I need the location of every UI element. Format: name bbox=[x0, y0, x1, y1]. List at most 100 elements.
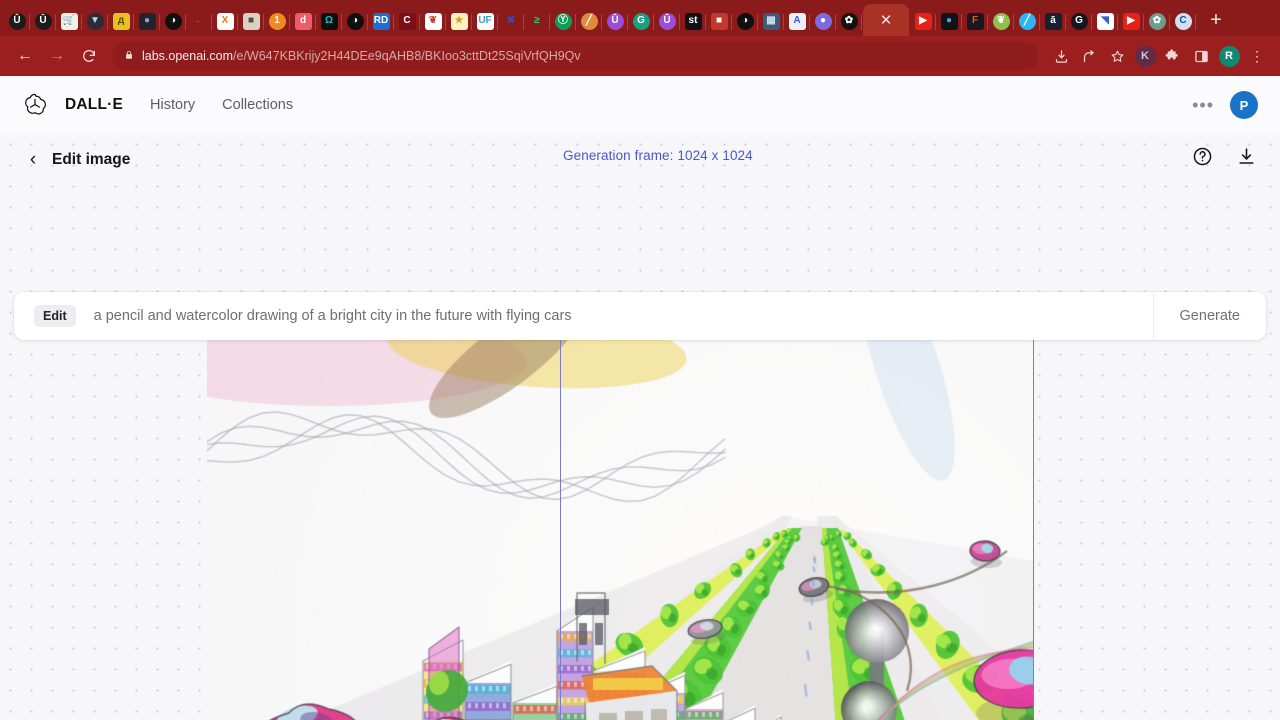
tab-yellow-doc-tab[interactable]: д bbox=[108, 6, 134, 36]
tab-purple-blob-tab[interactable]: ● bbox=[810, 6, 836, 36]
openai-tab-favicon: ✿ bbox=[841, 13, 858, 30]
tab-openai-tab[interactable]: ✿ bbox=[836, 6, 862, 36]
uf-tab-favicon: UF bbox=[477, 13, 494, 30]
extensions-puzzle-icon[interactable] bbox=[1160, 43, 1186, 69]
profile-initial: R bbox=[1219, 46, 1240, 67]
back-button[interactable]: ← bbox=[10, 41, 40, 71]
tab-green-circle-tab[interactable]: Ⓨ bbox=[550, 6, 576, 36]
ublock-purple-tab-2-favicon: Û bbox=[659, 13, 676, 30]
minimize-icon[interactable]: — bbox=[1274, 4, 1280, 36]
figma-tab-favicon: F bbox=[967, 13, 984, 30]
tab-youtube-tab[interactable]: ▶ bbox=[910, 6, 936, 36]
tab-ublock-origin[interactable]: Û bbox=[4, 6, 30, 36]
map-tab-favicon: ▦ bbox=[763, 13, 780, 30]
tab-c-tab[interactable]: C bbox=[1170, 6, 1196, 36]
active-tab[interactable]: ✕ bbox=[863, 4, 909, 36]
tab-water-drop-tab[interactable]: ● bbox=[936, 6, 962, 36]
tab-cv-tab[interactable]: C bbox=[394, 6, 420, 36]
tab-one-tab[interactable]: 1 bbox=[264, 6, 290, 36]
tab-excel-tab[interactable]: X bbox=[212, 6, 238, 36]
user-avatar[interactable]: P bbox=[1230, 91, 1258, 119]
tab-globe-tab[interactable]: ◑ bbox=[160, 6, 186, 36]
address-bar[interactable]: labs.openai.com/e/W647KBKrijy2H44DEe9qAH… bbox=[112, 42, 1038, 70]
tab-rd-tab[interactable]: RD bbox=[368, 6, 394, 36]
tab-blue-slash-tab[interactable]: ╱ bbox=[1014, 6, 1040, 36]
tab-sigma-tab[interactable]: ≥ bbox=[524, 6, 550, 36]
tab-ublock-origin-2[interactable]: Û bbox=[30, 6, 56, 36]
artwork-canvas bbox=[207, 331, 1034, 720]
tab-stripe-tab[interactable]: st bbox=[680, 6, 706, 36]
tab-badge-tab[interactable]: ★ bbox=[446, 6, 472, 36]
tab-ribbon-tab[interactable]: Ω bbox=[316, 6, 342, 36]
lock-icon bbox=[124, 49, 134, 64]
tab-dribbble-tab[interactable]: d bbox=[290, 6, 316, 36]
browser-menu-icon[interactable]: ⋮ bbox=[1244, 43, 1270, 69]
tab-globe-tab-3[interactable]: ◑ bbox=[732, 6, 758, 36]
tab-openai-tab-2[interactable]: ✿ bbox=[1144, 6, 1170, 36]
new-tab-button[interactable]: + bbox=[1202, 6, 1230, 34]
forward-button[interactable]: → bbox=[42, 41, 72, 71]
prompt-input[interactable]: a pencil and watercolor drawing of a bri… bbox=[94, 308, 1153, 324]
excel-tab-favicon: X bbox=[217, 13, 234, 30]
generation-frame-label: Generation frame: 1024 x 1024 bbox=[563, 148, 753, 163]
dark-face-tab-favicon: ● bbox=[139, 13, 156, 30]
tab-red-leaf-tab[interactable]: ❦ bbox=[420, 6, 446, 36]
tab-rs-tab[interactable]: ■ bbox=[706, 6, 732, 36]
green-leaf-tab-favicon: ❦ bbox=[993, 13, 1010, 30]
tab-grammarly-tab[interactable]: G bbox=[628, 6, 654, 36]
tab-atlas-tab[interactable]: A bbox=[784, 6, 810, 36]
editor-header: ‹ Edit image Generation frame: 1024 x 10… bbox=[0, 134, 1280, 186]
edit-mode-chip[interactable]: Edit bbox=[34, 305, 76, 327]
tab-x-blue-tab[interactable]: ✖ bbox=[498, 6, 524, 36]
tab-orange-slash-tab[interactable]: ╱ bbox=[576, 6, 602, 36]
tab-figma-tab[interactable]: F bbox=[962, 6, 988, 36]
help-circle-icon[interactable] bbox=[1192, 146, 1214, 168]
ublock-purple-tab-favicon: Û bbox=[607, 13, 624, 30]
grammarly-tab-favicon: G bbox=[633, 13, 650, 30]
tab-bag-tab[interactable]: ■ bbox=[238, 6, 264, 36]
dribbble-tab-favicon: d bbox=[295, 13, 312, 30]
generate-button[interactable]: Generate bbox=[1153, 292, 1266, 340]
editor-canvas[interactable]: ‹ Edit image Generation frame: 1024 x 10… bbox=[0, 134, 1280, 720]
app-brand[interactable]: DALL·E bbox=[65, 96, 123, 114]
atlas-tab-favicon: A bbox=[789, 13, 806, 30]
extension-k-icon[interactable]: K bbox=[1132, 43, 1158, 69]
tab-green-leaf-tab[interactable]: ❦ bbox=[988, 6, 1014, 36]
profile-avatar[interactable]: R bbox=[1216, 43, 1242, 69]
tab-chart-tab[interactable]: ◥ bbox=[1092, 6, 1118, 36]
tab-ublock-purple-tab-2[interactable]: Û bbox=[654, 6, 680, 36]
yellow-doc-tab-favicon: д bbox=[113, 13, 130, 30]
x-blue-tab-favicon: ✖ bbox=[503, 13, 520, 30]
openai-logo-icon[interactable] bbox=[22, 92, 48, 118]
tab-map-tab[interactable]: ▦ bbox=[758, 6, 784, 36]
rd-tab-favicon: RD bbox=[373, 13, 390, 30]
browser-chrome: Û Û 🛒 ▼ д ● ◑ ← X ■ 1 d Ω ◑ RD C ❦ ★ UF ✖ ≥ Ⓨ ╱ Û G Ûst ■ ◑ ▦ A ● ✿ ✕ ▶… bbox=[0, 0, 1280, 76]
tab-shopping-cart-tab[interactable]: 🛒 bbox=[56, 6, 82, 36]
page-title: Edit image bbox=[52, 151, 130, 169]
tab-uf-tab[interactable]: UF bbox=[472, 6, 498, 36]
chevron-down-icon[interactable]: ⱟ bbox=[1230, 4, 1274, 36]
tab-shield-tab[interactable]: ▼ bbox=[82, 6, 108, 36]
reload-button[interactable] bbox=[74, 41, 104, 71]
prompt-bar[interactable]: Edit a pencil and watercolor drawing of … bbox=[14, 292, 1266, 340]
nav-link-history[interactable]: History bbox=[150, 97, 195, 113]
generated-artwork[interactable] bbox=[207, 331, 1034, 720]
back-chevron-icon[interactable]: ‹ bbox=[22, 149, 44, 171]
side-panel-icon[interactable] bbox=[1188, 43, 1214, 69]
orange-slash-tab-favicon: ╱ bbox=[581, 13, 598, 30]
download-icon[interactable] bbox=[1236, 146, 1258, 168]
tab-dark-face-tab[interactable]: ● bbox=[134, 6, 160, 36]
header-more-menu[interactable]: ••• bbox=[1192, 95, 1214, 116]
tab-arrow-tab[interactable]: ← bbox=[186, 6, 212, 36]
install-app-icon[interactable] bbox=[1048, 43, 1074, 69]
tab-youtube-tab-2[interactable]: ▶ bbox=[1118, 6, 1144, 36]
tab-copilot-tab[interactable]: G bbox=[1066, 6, 1092, 36]
close-icon[interactable]: ✕ bbox=[880, 13, 893, 28]
tab-ublock-purple-tab[interactable]: Û bbox=[602, 6, 628, 36]
share-icon[interactable] bbox=[1076, 43, 1102, 69]
ublock-origin-favicon: Û bbox=[9, 13, 26, 30]
tab-globe-tab-2[interactable]: ◑ bbox=[342, 6, 368, 36]
nav-link-collections[interactable]: Collections bbox=[222, 97, 293, 113]
tab-ai-tab[interactable]: ā bbox=[1040, 6, 1066, 36]
bookmark-star-icon[interactable] bbox=[1104, 43, 1130, 69]
